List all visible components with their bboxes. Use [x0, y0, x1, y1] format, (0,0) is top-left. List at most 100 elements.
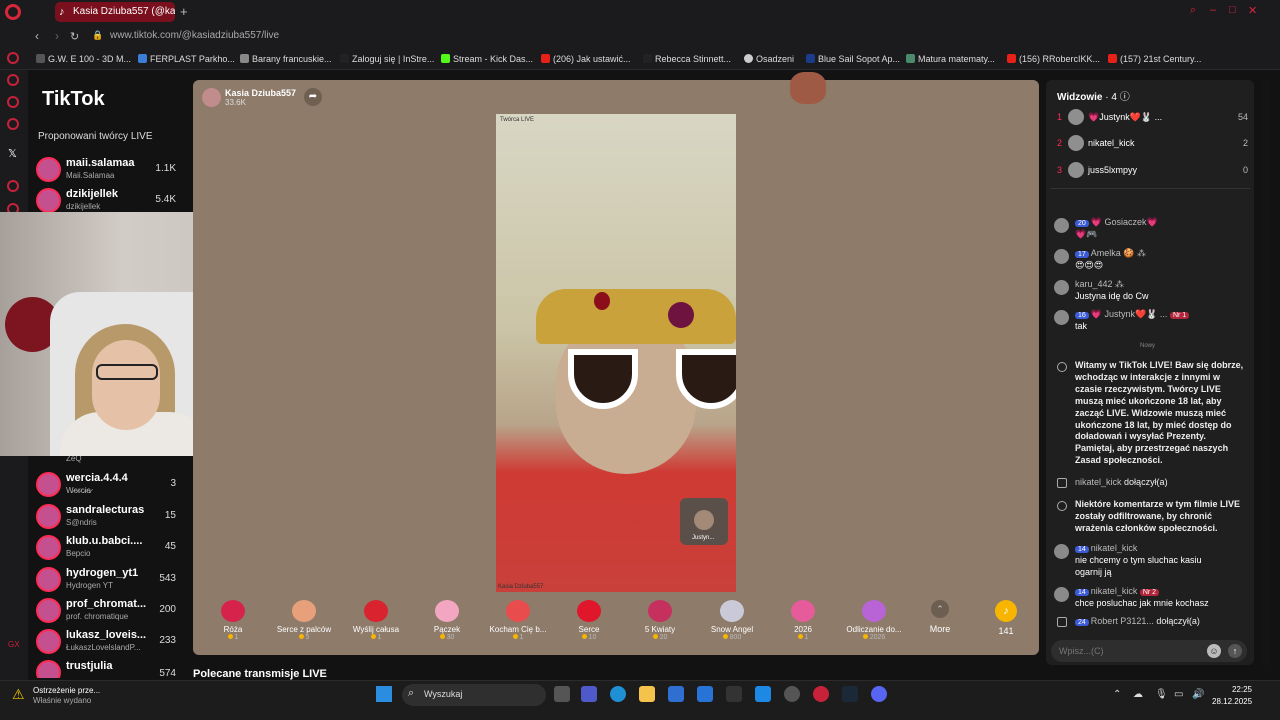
chat-message[interactable]: 20 💗 Gosiaczek💗 💗🎮: [1054, 216, 1248, 244]
opera-icon[interactable]: [813, 686, 829, 702]
tiktok-logo[interactable]: TikTok: [42, 88, 105, 111]
sidebar-wallet-icon[interactable]: [7, 96, 19, 108]
gift-5-kwiaty[interactable]: 5 Kwiaty 20: [628, 598, 692, 648]
viewer-row[interactable]: 2 nikatel_kick 2: [1054, 134, 1248, 154]
viewer-row[interactable]: 1 💗Justynk❤️🐰 ... 54: [1054, 108, 1248, 128]
gift-odliczanie[interactable]: Odliczanie do... 2026: [842, 598, 906, 648]
tab-title: Kasia Dziuba557 (@ka...: [73, 6, 175, 17]
minimize-icon[interactable]: –: [1210, 4, 1216, 16]
gift-snow-angel[interactable]: Snow Angel 800: [700, 598, 764, 648]
tray-mic-icon[interactable]: 🎙: [1155, 689, 1168, 700]
teams-icon[interactable]: [581, 686, 597, 702]
bookmark-12[interactable]: (157) 21st Century...: [1108, 54, 1201, 64]
bookmark-11[interactable]: (156) RRobercIKK...: [1007, 54, 1100, 64]
url-field[interactable]: www.tiktok.com/@kasiadziuba557/live: [110, 30, 279, 41]
bookmark-1[interactable]: G.W. E 100 - 3D M...: [36, 54, 131, 64]
opera-gx-icon[interactable]: [784, 686, 800, 702]
gift-serce-z-palcow[interactable]: Serce z palców 5: [272, 598, 336, 648]
crown-filter: [536, 289, 736, 344]
creator-item[interactable]: prof_chromat... prof. chromatique 200: [36, 596, 186, 626]
sidebar-music-icon[interactable]: [7, 180, 19, 192]
speaker-icon: ♪: [59, 6, 65, 18]
app-icon[interactable]: [726, 686, 742, 702]
bookmark-4[interactable]: Zaloguj się | InStre...: [340, 54, 434, 64]
tray-chevron-icon[interactable]: ⌃: [1113, 689, 1121, 700]
creator-item[interactable]: wercia.4.4.4 W̷e̷r̷c̷i̷a̷ 3: [36, 470, 186, 500]
scrollbar[interactable]: [1262, 80, 1270, 665]
mail-icon[interactable]: [697, 686, 713, 702]
sidebar-aria-icon[interactable]: [7, 74, 19, 86]
bookmark-3[interactable]: Barany francuskie...: [240, 54, 332, 64]
gift-kocham-cie[interactable]: Kocham Cię b... 1: [486, 598, 550, 648]
forward-icon[interactable]: ›: [55, 29, 59, 43]
chat-message[interactable]: 16 💗 Justynk❤️🐰 ... Nr 1 tak: [1054, 308, 1248, 336]
store-icon[interactable]: [668, 686, 684, 702]
recommended-lives-title: Polecane transmisje LIVE: [193, 668, 327, 680]
gift-paczek[interactable]: Pączek 30: [415, 598, 479, 648]
sidebar-gx-icon[interactable]: GX: [8, 640, 20, 649]
clock-date[interactable]: 28.12.2025: [1212, 697, 1252, 706]
edge-icon[interactable]: [610, 686, 626, 702]
app2-icon[interactable]: [755, 686, 771, 702]
close-icon[interactable]: ✕: [1248, 4, 1257, 17]
reload-icon[interactable]: ↻: [70, 30, 79, 43]
gift-serce[interactable]: Serce 10: [557, 598, 621, 648]
viewer-row[interactable]: 3 juss5lxmpyy 0: [1054, 161, 1248, 181]
browser-tab-active[interactable]: ♪ Kasia Dziuba557 (@ka...: [55, 2, 175, 22]
search-icon[interactable]: ⌕: [1190, 4, 1196, 17]
discord-icon[interactable]: [871, 686, 887, 702]
bookmark-5[interactable]: Stream - Kick Das...: [441, 54, 533, 64]
chat-input[interactable]: [1059, 643, 1189, 659]
back-icon[interactable]: ‹: [35, 29, 39, 43]
sidebar-x-icon[interactable]: 𝕏: [8, 147, 17, 160]
gift-wyslij-calusa[interactable]: Wyślij całusa 1: [344, 598, 408, 648]
share-icon[interactable]: ➦: [304, 88, 322, 106]
bookmark-2[interactable]: FERPLAST Parkho...: [138, 54, 235, 64]
creator-item[interactable]: lukasz_loveis... ŁukaszLovelslandP... 233: [36, 627, 186, 657]
creator-item[interactable]: klub.u.babci.... Bepcio 45: [36, 533, 186, 563]
taskbar-search[interactable]: ⌕ Wyszukaj: [402, 684, 546, 706]
tray-volume-icon[interactable]: 🔊: [1192, 689, 1204, 700]
gift-roza[interactable]: Róża 1: [201, 598, 265, 648]
explorer-icon[interactable]: [639, 686, 655, 702]
chat-message[interactable]: 14 nikatel_kick nie chcemy o tym sluchac k…: [1054, 542, 1248, 578]
bookmark-10[interactable]: Matura matematy...: [906, 54, 995, 64]
tray-cloud-icon[interactable]: ☁: [1133, 689, 1143, 700]
tiktok-coin-icon: ♪: [995, 600, 1017, 622]
new-messages-divider: Nowy: [1140, 343, 1156, 349]
tray-network-icon[interactable]: ▭: [1174, 689, 1183, 700]
clock-time[interactable]: 22:25: [1226, 685, 1252, 694]
send-icon[interactable]: ↑: [1228, 644, 1242, 658]
streamer-name[interactable]: Kasia Dziuba557: [225, 88, 296, 98]
more-gifts-button[interactable]: ⌃ More: [926, 600, 954, 634]
opera-logo-icon[interactable]: [5, 4, 21, 20]
lock-icon: 🔒: [92, 30, 104, 40]
new-tab-icon[interactable]: +: [180, 4, 188, 19]
bookmark-6[interactable]: (206) Jak ustawić...: [541, 54, 631, 64]
bookmark-8[interactable]: Osadzeni: [744, 54, 794, 64]
creator-item[interactable]: trustjulia 574: [36, 658, 186, 678]
creator-item[interactable]: maii.salamaa Maii.Salamaa 1.1K: [36, 155, 186, 185]
steam-icon[interactable]: [842, 686, 858, 702]
sidebar-messenger-icon[interactable]: [7, 118, 19, 130]
windows-start-icon[interactable]: [376, 686, 392, 702]
warning-title[interactable]: Ostrzeżenie prze...: [33, 686, 100, 695]
guest-minicam[interactable]: Justyn...: [680, 498, 728, 545]
bookmark-9[interactable]: Blue Sail Sopot Ap...: [806, 54, 900, 64]
video-creator-label: Twórca LIVE: [500, 117, 535, 123]
bookmark-7[interactable]: Rebecca Stinnett...: [643, 54, 731, 64]
chat-message[interactable]: 17 Amelka 🍪 ⁂ 😍😍😍: [1054, 247, 1248, 275]
creator-item[interactable]: hydrogen_yt1 Hydrogen YT 543: [36, 565, 186, 595]
task-view-icon[interactable]: [554, 686, 570, 702]
emoji-icon[interactable]: ☺: [1207, 644, 1221, 658]
streamer-avatar[interactable]: [202, 88, 221, 107]
maximize-icon[interactable]: □: [1229, 4, 1236, 16]
warning-icon[interactable]: ⚠: [12, 686, 28, 702]
sidebar-history-icon[interactable]: [7, 52, 19, 64]
coins-button[interactable]: ♪ 141: [988, 600, 1024, 636]
creator-item[interactable]: sandralecturas S@ndris 15: [36, 502, 186, 532]
chat-message[interactable]: 14 nikatel_kick Nr 2 chce posluchac jak mn…: [1054, 585, 1248, 613]
chat-message[interactable]: karu_442 ⁂ Justyna idę do Cw: [1054, 278, 1248, 306]
gift-2026[interactable]: 2026 1: [771, 598, 835, 648]
system-filter-message: Niektóre komentarze w tym filmie LIVE zo…: [1054, 499, 1248, 537]
